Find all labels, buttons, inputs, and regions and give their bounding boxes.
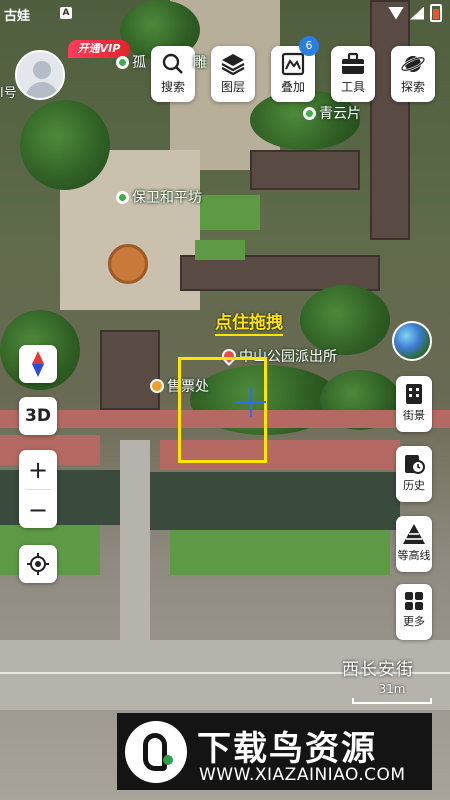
toolbox-icon: [342, 52, 364, 74]
history-button[interactable]: 历史: [396, 446, 432, 502]
scale-label: 31m: [378, 682, 406, 696]
scale-bar: [352, 698, 432, 704]
3d-label: 3D: [25, 406, 51, 426]
more-grid-icon: [405, 592, 423, 610]
map-trees: [20, 100, 110, 190]
zoom-control: + −: [19, 450, 57, 528]
notification-icon: A: [60, 7, 72, 19]
avatar-body: [26, 82, 58, 98]
globe-view-button[interactable]: [392, 321, 432, 361]
overlay-button[interactable]: 叠加 6: [271, 36, 319, 102]
contour-icon: [403, 524, 425, 544]
overlay-label: 叠加: [280, 80, 305, 94]
layers-icon: [221, 54, 245, 76]
map-roof: [100, 330, 160, 410]
poi-marker-icon: [303, 106, 316, 120]
street-view-icon: [406, 384, 422, 404]
more-button[interactable]: 更多: [396, 584, 432, 640]
history-label: 历史: [403, 479, 425, 492]
map-roof: [370, 0, 410, 240]
compass-button[interactable]: [19, 345, 57, 383]
street-label: 西长安街: [342, 660, 414, 680]
3d-toggle-button[interactable]: 3D: [19, 397, 57, 435]
explore-label: 探索: [400, 80, 425, 94]
layers-label: 图层: [220, 80, 245, 94]
zoom-out-button[interactable]: −: [19, 490, 57, 529]
layers-button[interactable]: 图层: [211, 46, 255, 102]
overlay-icon: [281, 52, 305, 76]
watermark-title: 下载鸟资源: [197, 729, 377, 769]
poi-marker-icon: [116, 55, 129, 69]
map-lawn: [200, 195, 260, 230]
map-poi-label[interactable]: 青云片: [303, 103, 361, 123]
watermark-url: WWW.XIAZAINIAO.COM: [199, 765, 406, 785]
avatar-head: [33, 61, 51, 79]
map-moat: [0, 470, 120, 525]
more-label: 更多: [403, 615, 425, 628]
battery-icon: [430, 4, 442, 22]
compass-icon: [32, 351, 44, 377]
search-icon: [162, 53, 183, 74]
locate-button[interactable]: [19, 545, 57, 583]
poi-name: 青云片: [319, 106, 361, 122]
poi-name: 保卫和平坊: [132, 190, 202, 206]
map-moat: [150, 472, 400, 530]
poi-name: 雕: [193, 55, 207, 71]
map-poi-label[interactable]: 孤: [116, 52, 146, 72]
crosshair-icon[interactable]: [236, 387, 266, 417]
signal-icon: [410, 6, 424, 20]
contour-label: 等高线: [397, 549, 431, 562]
ticket-marker-icon: [150, 379, 164, 393]
watermark-banner: 下载鸟资源 WWW.XIAZAINIAO.COM: [117, 713, 432, 790]
poi-name: 孤: [132, 55, 146, 71]
drag-hint: 点住拖拽: [215, 312, 283, 336]
history-icon: [405, 455, 425, 474]
map-poi-label[interactable]: 保卫和平坊: [116, 187, 202, 207]
contour-button[interactable]: 等高线: [396, 516, 432, 572]
status-left-text: 古娃: [4, 9, 31, 24]
map-lawn: [170, 530, 390, 575]
map-pavilion: [108, 244, 148, 284]
map-road: [120, 440, 150, 640]
map-trees: [300, 285, 390, 355]
search-button[interactable]: 搜索: [151, 46, 195, 102]
tools-label: 工具: [340, 80, 365, 94]
logo-dot: [163, 755, 173, 765]
street-view-label: 街景: [403, 409, 425, 422]
tools-button[interactable]: 工具: [331, 46, 375, 102]
map-poi-label[interactable]: 雕: [193, 52, 207, 72]
user-avatar[interactable]: [15, 50, 65, 100]
zoom-in-button[interactable]: +: [19, 450, 57, 489]
overlay-count-badge: 6: [299, 36, 319, 56]
status-indicators: [388, 4, 442, 22]
planet-icon: [400, 56, 426, 72]
poi-marker-icon: [116, 190, 129, 204]
street-view-button[interactable]: 街景: [396, 376, 432, 432]
locate-icon: [27, 553, 49, 575]
map-scale: 31m: [352, 682, 432, 704]
search-label: 搜索: [160, 80, 185, 94]
logo-shape: [143, 733, 167, 771]
map-roof: [250, 150, 360, 190]
explore-button[interactable]: 探索: [391, 46, 435, 102]
map-edge-label: l号: [0, 86, 17, 101]
map-lawn: [195, 240, 245, 260]
status-bar: 古娃 A: [0, 0, 450, 30]
wifi-icon: [388, 6, 404, 20]
bird-logo-icon: [125, 721, 187, 783]
